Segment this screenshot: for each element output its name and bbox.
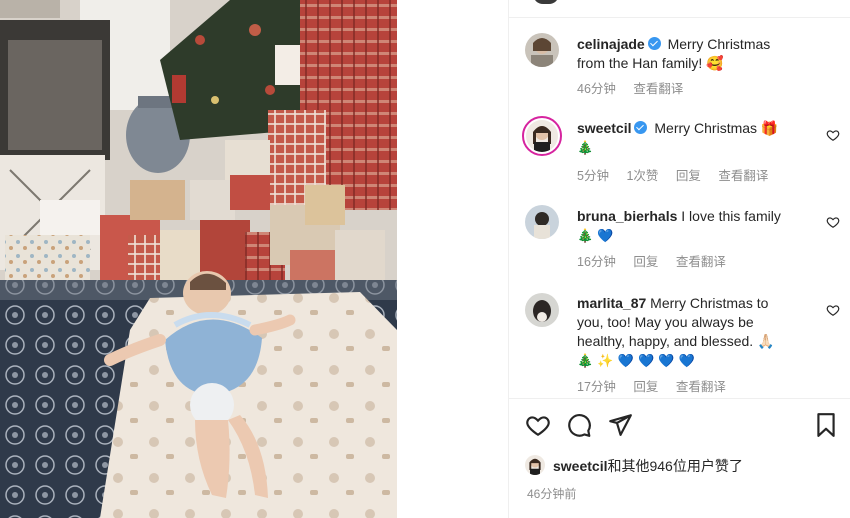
comment-meta: 46分钟 查看翻译	[577, 78, 697, 97]
comment-text: Merry Christmas	[667, 36, 771, 52]
comments-panel: celinajade Merry Christmas from the Han …	[508, 0, 850, 518]
verified-badge-icon	[634, 121, 648, 134]
verified-badge-icon	[647, 37, 661, 50]
comment-body: celinajade Merry Christmas from the Han …	[577, 35, 809, 73]
reply-link[interactable]: 回复	[633, 255, 658, 269]
comment-body: sweetcil Merry Christmas 🎁 🎄	[577, 119, 809, 158]
comment-text: Merry Christmas 🎁	[654, 120, 779, 136]
liked-by-user[interactable]: sweetcil	[553, 458, 607, 474]
divider	[509, 17, 850, 18]
heart-outline-icon[interactable]	[826, 128, 840, 142]
comment-bubble-icon	[568, 414, 591, 437]
reply-link[interactable]: 回复	[676, 169, 701, 183]
comment-text: from the Han family! 🥰	[577, 55, 724, 71]
comment-meta: 17分钟 回复 查看翻译	[577, 376, 740, 395]
comment-body: marlita_87 Merry Christmas to you, too! …	[577, 294, 809, 371]
see-translation-link[interactable]: 查看翻译	[633, 82, 683, 96]
avatar-image	[525, 455, 545, 475]
avatar-image	[525, 205, 559, 239]
heart-outline-icon[interactable]	[826, 303, 840, 317]
avatar-image	[525, 293, 559, 327]
bookmark-icon	[817, 413, 835, 437]
avatar[interactable]	[525, 293, 559, 327]
comment-username[interactable]: sweetcil	[577, 120, 631, 136]
avatar[interactable]	[522, 116, 562, 156]
paper-plane-icon	[609, 414, 632, 436]
avatar	[525, 455, 545, 475]
avatar-image	[525, 33, 559, 67]
comment-text: 🎄 ✨ 💙 💙 💙 💙	[577, 354, 695, 369]
previous-avatar-stub	[533, 0, 559, 4]
heart-outline-icon[interactable]	[826, 215, 840, 229]
comment-time: 5分钟	[577, 169, 609, 183]
reply-link[interactable]: 回复	[633, 380, 658, 394]
avatar[interactable]	[525, 205, 559, 239]
like-button[interactable]	[525, 412, 551, 438]
comment-username[interactable]: celinajade	[577, 36, 645, 52]
comment-text: Merry Christmas to	[650, 295, 769, 311]
comment-time: 46分钟	[577, 82, 616, 96]
avatar[interactable]	[525, 33, 559, 67]
post-timestamp: 46分钟前	[527, 487, 577, 501]
divider	[509, 398, 850, 399]
comment-text: 🎄	[577, 141, 594, 156]
comment-text: healthy, happy, and blessed. 🙏🏻	[577, 333, 775, 349]
comment-username[interactable]: marlita_87	[577, 295, 646, 311]
see-translation-link[interactable]: 查看翻译	[676, 380, 726, 394]
comment-text: I love this family	[681, 208, 781, 224]
liked-by-count: 和其他946位用户赞了	[607, 458, 743, 474]
share-button[interactable]	[607, 412, 633, 438]
comment-text: 🎄 💙	[577, 229, 614, 244]
comment-time: 17分钟	[577, 380, 616, 394]
comment-time: 16分钟	[577, 255, 616, 269]
christmas-baby-photo	[0, 0, 397, 518]
comment-meta: 16分钟 回复 查看翻译	[577, 251, 740, 270]
post-photo	[0, 0, 397, 518]
comment-meta: 5分钟 1次赞 回复 查看翻译	[577, 165, 782, 184]
comment-username[interactable]: bruna_bierhals	[577, 208, 677, 224]
comment-text: you, too! May you always be	[577, 314, 754, 330]
see-translation-link[interactable]: 查看翻译	[676, 255, 726, 269]
comment-like-count[interactable]: 1次赞	[626, 169, 658, 183]
heart-outline-icon	[526, 416, 550, 437]
see-translation-link[interactable]: 查看翻译	[718, 169, 768, 183]
comment-body: bruna_bierhals I love this family 🎄 💙	[577, 207, 809, 246]
avatar-image	[526, 120, 558, 152]
comment-button[interactable]	[566, 412, 592, 438]
save-button[interactable]	[813, 412, 839, 438]
